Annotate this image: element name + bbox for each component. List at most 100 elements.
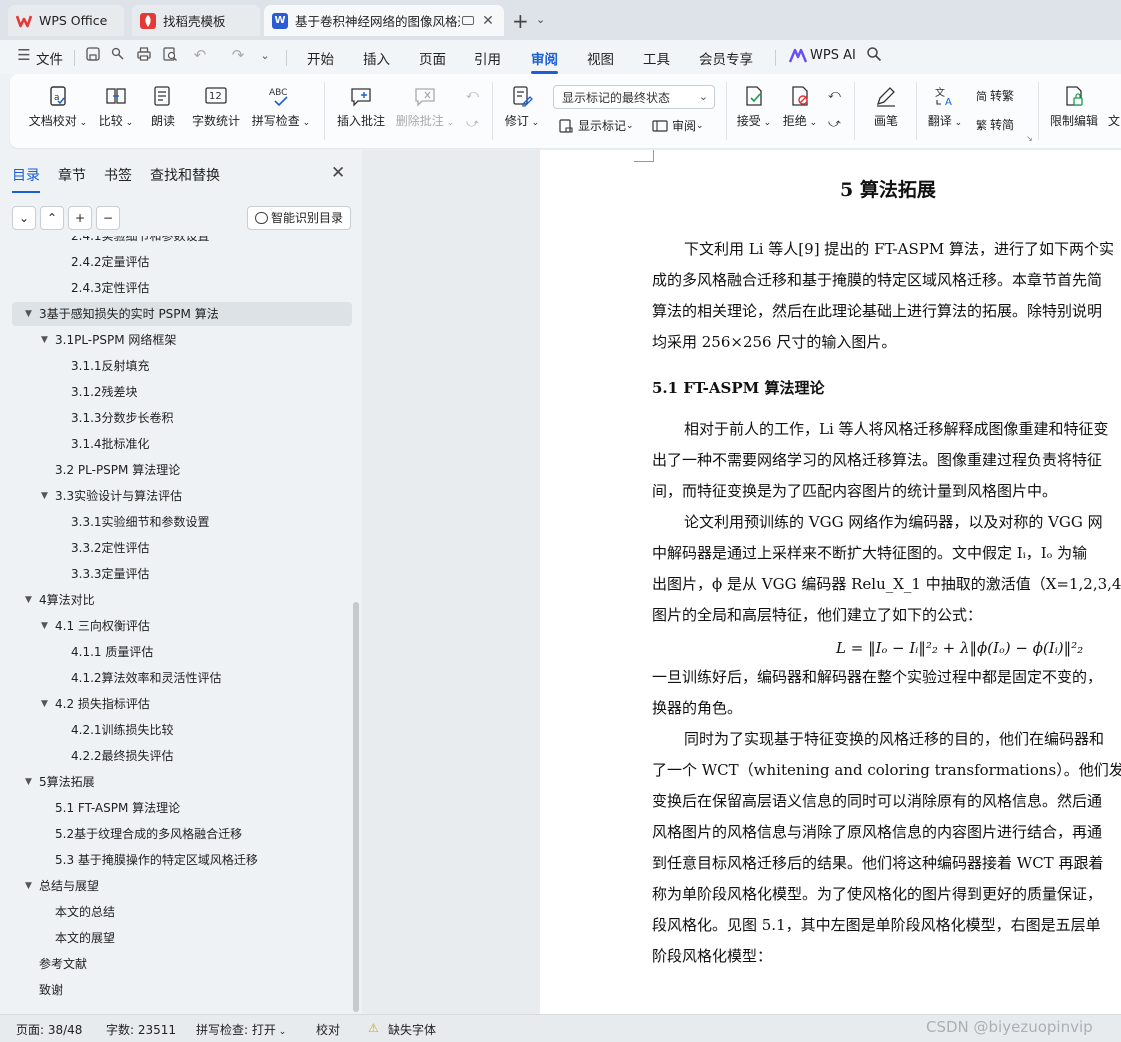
revise-button[interactable]: 修订 ⌄ (502, 84, 542, 142)
menu-tools[interactable]: 工具 (643, 48, 670, 68)
previous-change-icon[interactable]: ⤺ (828, 87, 841, 102)
translate-button[interactable]: 文A 翻译 ⌄ (922, 84, 968, 142)
wps-ai-button[interactable]: WPS AI (810, 48, 856, 63)
toc-item[interactable]: ▼ 4算法对比 (12, 588, 352, 612)
next-change-icon[interactable]: ⤻ (828, 116, 841, 131)
print-icon[interactable] (134, 46, 154, 66)
proofread-status[interactable]: 校对 (316, 1021, 340, 1038)
link-icon[interactable] (108, 46, 128, 66)
menu-review[interactable]: 审阅 (531, 48, 558, 74)
toc-item[interactable]: 5.1 FT-ASPM 算法理论 (12, 796, 352, 820)
toc-item[interactable]: ▼ 3.3实验设计与算法评估 (12, 484, 352, 508)
restrict-edit-button[interactable]: 限制编辑 (1046, 84, 1102, 142)
toc-item[interactable]: 2.4.3定性评估 (12, 276, 352, 300)
search-icon[interactable] (864, 46, 884, 66)
to-simplified-button[interactable]: 繁 转简 (976, 116, 1014, 133)
document-protect-button[interactable]: 文 (1108, 84, 1121, 142)
toc-item[interactable]: 5.2基于纹理合成的多风格融合迁移 (12, 822, 352, 846)
chevron-down-icon[interactable]: ⌄ (536, 13, 545, 26)
save-icon[interactable] (83, 46, 103, 66)
toc-item[interactable]: 参考文献 (12, 952, 352, 976)
collapse-down-icon[interactable]: ⌄ (12, 206, 36, 230)
next-comment-icon[interactable]: ⤻ (466, 116, 479, 131)
toc-item[interactable]: 4.2.1训练损失比较 (12, 718, 352, 742)
word-count-button[interactable]: 12 字数统计 (190, 84, 242, 142)
hamburger-menu-icon[interactable]: ☰ (14, 46, 34, 66)
redo-icon[interactable]: ↷ (228, 46, 248, 66)
close-icon[interactable]: ✕ (331, 163, 345, 183)
toc-item[interactable]: ▼ 3基于感知损失的实时 PSPM 算法 (12, 302, 352, 326)
markup-state-select[interactable]: 显示标记的最终状态 ⌄ (553, 85, 715, 109)
expand-arrow-icon[interactable]: ▼ (41, 484, 48, 508)
tab-find-replace[interactable]: 查找和替换 (150, 165, 220, 185)
show-markup-button[interactable]: 显示标记 ⌄ (558, 117, 634, 134)
expand-arrow-icon[interactable]: ▼ (25, 588, 32, 612)
read-aloud-button[interactable]: 朗读 (146, 84, 180, 142)
monitor-icon[interactable] (462, 16, 474, 25)
expand-arrow-icon[interactable]: ▼ (41, 614, 48, 638)
previous-comment-icon[interactable]: ⤺ (466, 87, 479, 102)
toc-item[interactable]: 2.4.2定量评估 (12, 250, 352, 274)
toc-item[interactable]: 3.3.2定性评估 (12, 536, 352, 560)
menu-page[interactable]: 页面 (419, 48, 446, 68)
toc-item[interactable]: 4.2.2最终损失评估 (12, 744, 352, 768)
tab-docer-templates[interactable]: 找稻壳模板 (132, 5, 260, 36)
review-pane-button[interactable]: 审阅 ⌄ (652, 117, 704, 134)
tab-bookmarks[interactable]: 书签 (104, 165, 132, 185)
toc-item[interactable]: ▼ 4.1 三向权衡评估 (12, 614, 352, 638)
wps-ai-icon[interactable] (788, 48, 808, 68)
quick-access-chevron-icon[interactable]: ⌄ (255, 49, 275, 69)
pen-button[interactable]: 画笔 (866, 84, 906, 142)
accept-button[interactable]: 接受 ⌄ (734, 84, 774, 142)
add-heading-icon[interactable]: + (68, 206, 92, 230)
expand-arrow-icon[interactable]: ▼ (25, 770, 32, 794)
expand-group-icon[interactable]: ↘ (1026, 134, 1033, 143)
expand-arrow-icon[interactable]: ▼ (41, 328, 48, 352)
tab-wps-office[interactable]: WPS Office (8, 5, 124, 36)
word-count-status[interactable]: 字数: 23511 (106, 1021, 176, 1038)
to-traditional-button[interactable]: 简 转繁 (976, 87, 1014, 104)
delete-comment-button[interactable]: 删除批注 ⌄ (394, 84, 456, 142)
toc-item[interactable]: 4.1.2算法效率和灵活性评估 (12, 666, 352, 690)
file-menu[interactable]: 文件 (36, 48, 63, 68)
insert-comment-button[interactable]: 插入批注 (334, 84, 388, 142)
toc-item[interactable]: ▼ 总结与展望 (12, 874, 352, 898)
reject-button[interactable]: 拒绝 ⌄ (780, 84, 820, 142)
spell-check-button[interactable]: ABC 拼写检查 ⌄ (250, 84, 312, 142)
missing-font-status[interactable]: 缺失字体 (388, 1021, 436, 1038)
toc-item[interactable]: 3.1.3分数步长卷积 (12, 406, 352, 430)
toc-item[interactable]: 5.3 基于掩膜操作的特定区域风格迁移 (12, 848, 352, 872)
menu-home[interactable]: 开始 (307, 48, 334, 68)
menu-references[interactable]: 引用 (474, 48, 501, 68)
toc-item[interactable]: 3.3.1实验细节和参数设置 (12, 510, 352, 534)
compare-button[interactable]: 比较 ⌄ (96, 84, 136, 142)
toc-item[interactable]: 3.1.4批标准化 (12, 432, 352, 456)
close-tab-icon[interactable]: ✕ (480, 13, 496, 29)
expand-arrow-icon[interactable]: ▼ (41, 692, 48, 716)
document-page[interactable]: 5 算法拓展 下文利用 Li 等人[9] 提出的 FT-ASPM 算法，进行了如… (540, 150, 1121, 1014)
toc-item[interactable]: 本文的展望 (12, 926, 352, 950)
tab-current-document[interactable]: W 基于卷积神经网络的图像风格迁移 ✕ (264, 5, 504, 36)
toc-item[interactable]: 4.1.1 质量评估 (12, 640, 352, 664)
toc-item[interactable]: ▼ 5算法拓展 (12, 770, 352, 794)
page-indicator[interactable]: 页面: 38/48 (16, 1021, 82, 1038)
menu-insert[interactable]: 插入 (363, 48, 390, 68)
print-preview-icon[interactable] (160, 46, 180, 66)
toc-item[interactable]: 3.1.2残差块 (12, 380, 352, 404)
toc-item[interactable]: 致谢 (12, 978, 352, 1002)
tab-toc[interactable]: 目录 (12, 165, 40, 193)
expand-arrow-icon[interactable]: ▼ (25, 874, 32, 898)
spell-check-status[interactable]: 拼写检查: 打开 ⌄ (196, 1021, 286, 1038)
smart-toc-button[interactable]: 智能识别目录 (247, 206, 351, 230)
toc-item[interactable]: ▼ 3.1PL-PSPM 网络框架 (12, 328, 352, 352)
expand-up-icon[interactable]: ⌃ (40, 206, 64, 230)
toc-item[interactable]: 3.3.3定量评估 (12, 562, 352, 586)
doc-check-button[interactable]: a 文档校对 ⌄ (28, 84, 88, 142)
toc-item[interactable]: 3.1.1反射填充 (12, 354, 352, 378)
remove-heading-icon[interactable]: − (96, 206, 120, 230)
toc-item[interactable]: 3.2 PL-PSPM 算法理论 (12, 458, 352, 482)
toc-item[interactable]: 2.4.1实验细节和参数设置 (12, 236, 352, 248)
expand-arrow-icon[interactable]: ▼ (25, 302, 32, 326)
toc-item[interactable]: 本文的总结 (12, 900, 352, 924)
scrollbar[interactable] (353, 602, 359, 1012)
